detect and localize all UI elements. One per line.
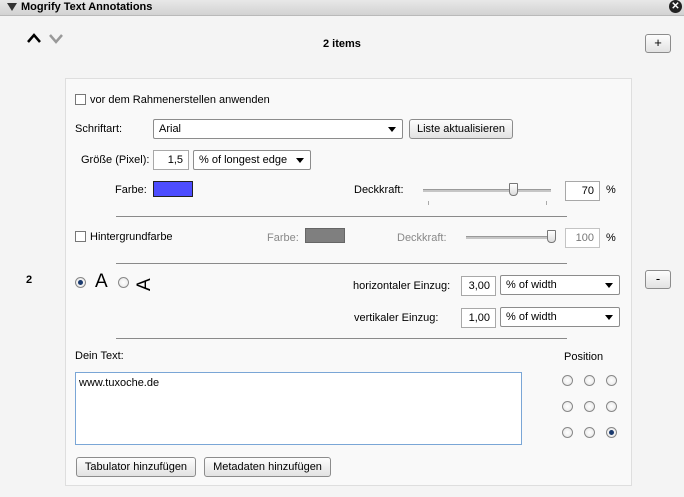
position-center-radio[interactable] (584, 401, 595, 412)
vertical-indent-unit-select[interactable]: % of width (500, 307, 620, 327)
horizontal-text-icon: A (95, 271, 108, 292)
chevron-down-icon (388, 127, 396, 132)
apply-before-frame-checkbox[interactable] (75, 94, 86, 105)
vertical-indent-label: vertikaler Einzug: (354, 312, 439, 324)
background-color-field-label: Farbe: (267, 232, 299, 244)
apply-before-frame-label: vor dem Rahmenerstellen anwenden (90, 94, 270, 106)
position-bottom-left-radio[interactable] (562, 427, 573, 438)
size-input[interactable]: 1,5 (153, 150, 189, 170)
refresh-list-button[interactable]: Liste aktualisieren (409, 119, 513, 139)
size-unit-value: % of longest edge (199, 154, 288, 166)
collapse-arrow-icon[interactable] (7, 3, 17, 11)
position-middle-left-radio[interactable] (562, 401, 573, 412)
move-down-icon[interactable] (49, 34, 63, 44)
close-icon[interactable]: ✕ (669, 0, 682, 13)
horizontal-orientation-radio[interactable] (75, 277, 86, 288)
add-tab-button[interactable]: Tabulator hinzufügen (76, 457, 196, 477)
position-top-center-radio[interactable] (584, 375, 595, 386)
vertical-orientation-radio[interactable] (118, 277, 129, 288)
chevron-down-icon (605, 283, 613, 288)
font-select-value: Arial (159, 123, 182, 135)
opacity-slider-track[interactable] (423, 189, 551, 192)
horizontal-indent-unit-select[interactable]: % of width (500, 275, 620, 295)
add-metadata-button[interactable]: Metadaten hinzufügen (204, 457, 331, 477)
vertical-indent-input[interactable]: 1,00 (461, 308, 496, 328)
position-label: Position (564, 351, 604, 363)
size-label: Größe (Pixel): (81, 154, 150, 166)
background-opacity-thumb[interactable] (547, 230, 556, 243)
slider-tick (428, 201, 429, 205)
remove-item-button[interactable]: - (645, 270, 671, 289)
background-opacity-unit: % (606, 232, 616, 244)
opacity-slider-thumb[interactable] (508, 183, 518, 196)
background-color-swatch[interactable] (305, 228, 345, 243)
background-opacity-label: Deckkraft: (397, 232, 447, 244)
position-bottom-center-radio[interactable] (584, 427, 595, 438)
reorder-arrows (27, 33, 63, 44)
chevron-down-icon (605, 315, 613, 320)
size-unit-select[interactable]: % of longest edge (193, 150, 311, 170)
background-opacity-input[interactable]: 100 (565, 228, 600, 248)
text-color-swatch[interactable] (153, 181, 193, 197)
opacity-unit: % (606, 184, 616, 196)
annotation-text-area[interactable]: www.tuxoche.de (75, 372, 522, 445)
divider (116, 216, 567, 217)
font-select[interactable]: Arial (153, 119, 403, 139)
background-opacity-track[interactable] (466, 236, 552, 239)
title-bar: Mogrify Text Annotations ✕ (0, 0, 684, 16)
horizontal-indent-input[interactable]: 3,00 (461, 276, 496, 296)
text-label: Dein Text: (75, 350, 124, 362)
opacity-label: Deckkraft: (354, 184, 404, 196)
vertical-text-icon: A (134, 278, 155, 291)
items-count: 2 items (323, 38, 361, 50)
color-label: Farbe: (115, 184, 147, 196)
position-top-right-radio[interactable] (606, 375, 617, 386)
position-top-left-radio[interactable] (562, 375, 573, 386)
item-index: 2 (26, 274, 33, 286)
divider (116, 263, 567, 264)
add-item-button[interactable]: + (645, 34, 671, 53)
move-up-icon[interactable] (27, 33, 41, 43)
panel-title: Mogrify Text Annotations (21, 1, 153, 13)
font-label: Schriftart: (75, 123, 123, 135)
position-bottom-right-radio[interactable] (606, 427, 617, 438)
horizontal-indent-unit-value: % of width (506, 279, 557, 291)
opacity-input[interactable]: 70 (565, 181, 600, 201)
slider-tick (546, 201, 547, 205)
position-middle-right-radio[interactable] (606, 401, 617, 412)
divider (116, 338, 567, 339)
background-color-label: Hintergrundfarbe (90, 231, 173, 243)
vertical-indent-unit-value: % of width (506, 311, 557, 323)
chevron-down-icon (296, 158, 304, 163)
horizontal-indent-label: horizontaler Einzug: (353, 280, 451, 292)
background-color-checkbox[interactable] (75, 231, 86, 242)
